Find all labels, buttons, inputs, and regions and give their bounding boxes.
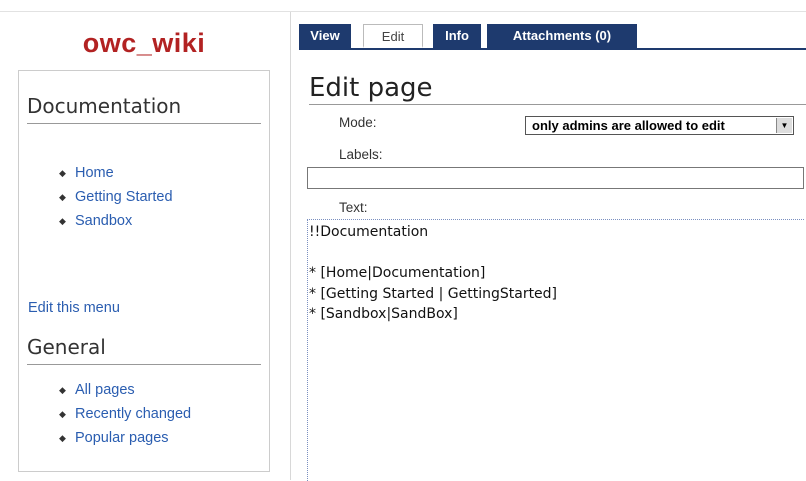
labels-label: Labels: [339,147,383,162]
page-text-editor[interactable]: !!Documentation * [Home|Documentation] *… [307,219,804,481]
sidebar-link-popular-pages[interactable]: Popular pages [75,430,169,446]
sidebar-link-recently-changed[interactable]: Recently changed [75,406,191,422]
tab-view[interactable]: View [299,24,351,48]
page-title: Edit page [309,72,806,105]
list-item: ◆ Getting Started [59,185,173,209]
tab-attachments[interactable]: Attachments (0) [487,24,637,48]
sidebar-link-home[interactable]: Home [75,165,114,181]
list-item: ◆ All pages [59,378,191,402]
list-item: ◆ Popular pages [59,426,191,450]
tab-info[interactable]: Info [433,24,481,48]
sidebar-link-all-pages[interactable]: All pages [75,382,135,398]
page-tabs: View Edit Info Attachments (0) [299,24,806,50]
labels-input[interactable] [307,167,804,189]
general-list: ◆ All pages ◆ Recently changed ◆ Popular… [59,378,191,450]
tab-edit[interactable]: Edit [363,24,423,48]
mode-select-value: only admins are allowed to edit [532,118,725,133]
sidebar-link-sandbox[interactable]: Sandbox [75,213,132,229]
bullet-icon: ◆ [59,216,66,226]
logo-box: owc_wiki [18,22,270,71]
list-item: ◆ Home [59,161,173,185]
mode-label: Mode: [339,115,377,130]
dropdown-arrow-icon[interactable]: ▼ [776,118,792,133]
list-item: ◆ Sandbox [59,209,173,233]
bullet-icon: ◆ [59,168,66,178]
edit-menu-link[interactable]: Edit this menu [28,300,120,316]
bullet-icon: ◆ [59,409,66,419]
sidebar-menu: Documentation ◆ Home ◆ Getting Started ◆… [18,70,270,472]
main-content: View Edit Info Attachments (0) Edit page… [290,12,806,481]
bullet-icon: ◆ [59,385,66,395]
sidebar-link-getting-started[interactable]: Getting Started [75,189,173,205]
text-label: Text: [339,200,368,215]
sidebar: owc_wiki Documentation ◆ Home ◆ Getting … [0,12,278,480]
documentation-heading: Documentation [27,93,261,124]
general-heading: General [27,334,261,365]
site-logo[interactable]: owc_wiki [83,28,206,58]
bullet-icon: ◆ [59,433,66,443]
list-item: ◆ Recently changed [59,402,191,426]
bullet-icon: ◆ [59,192,66,202]
documentation-list: ◆ Home ◆ Getting Started ◆ Sandbox [59,161,173,233]
mode-select[interactable]: only admins are allowed to edit ▼ [525,116,794,135]
